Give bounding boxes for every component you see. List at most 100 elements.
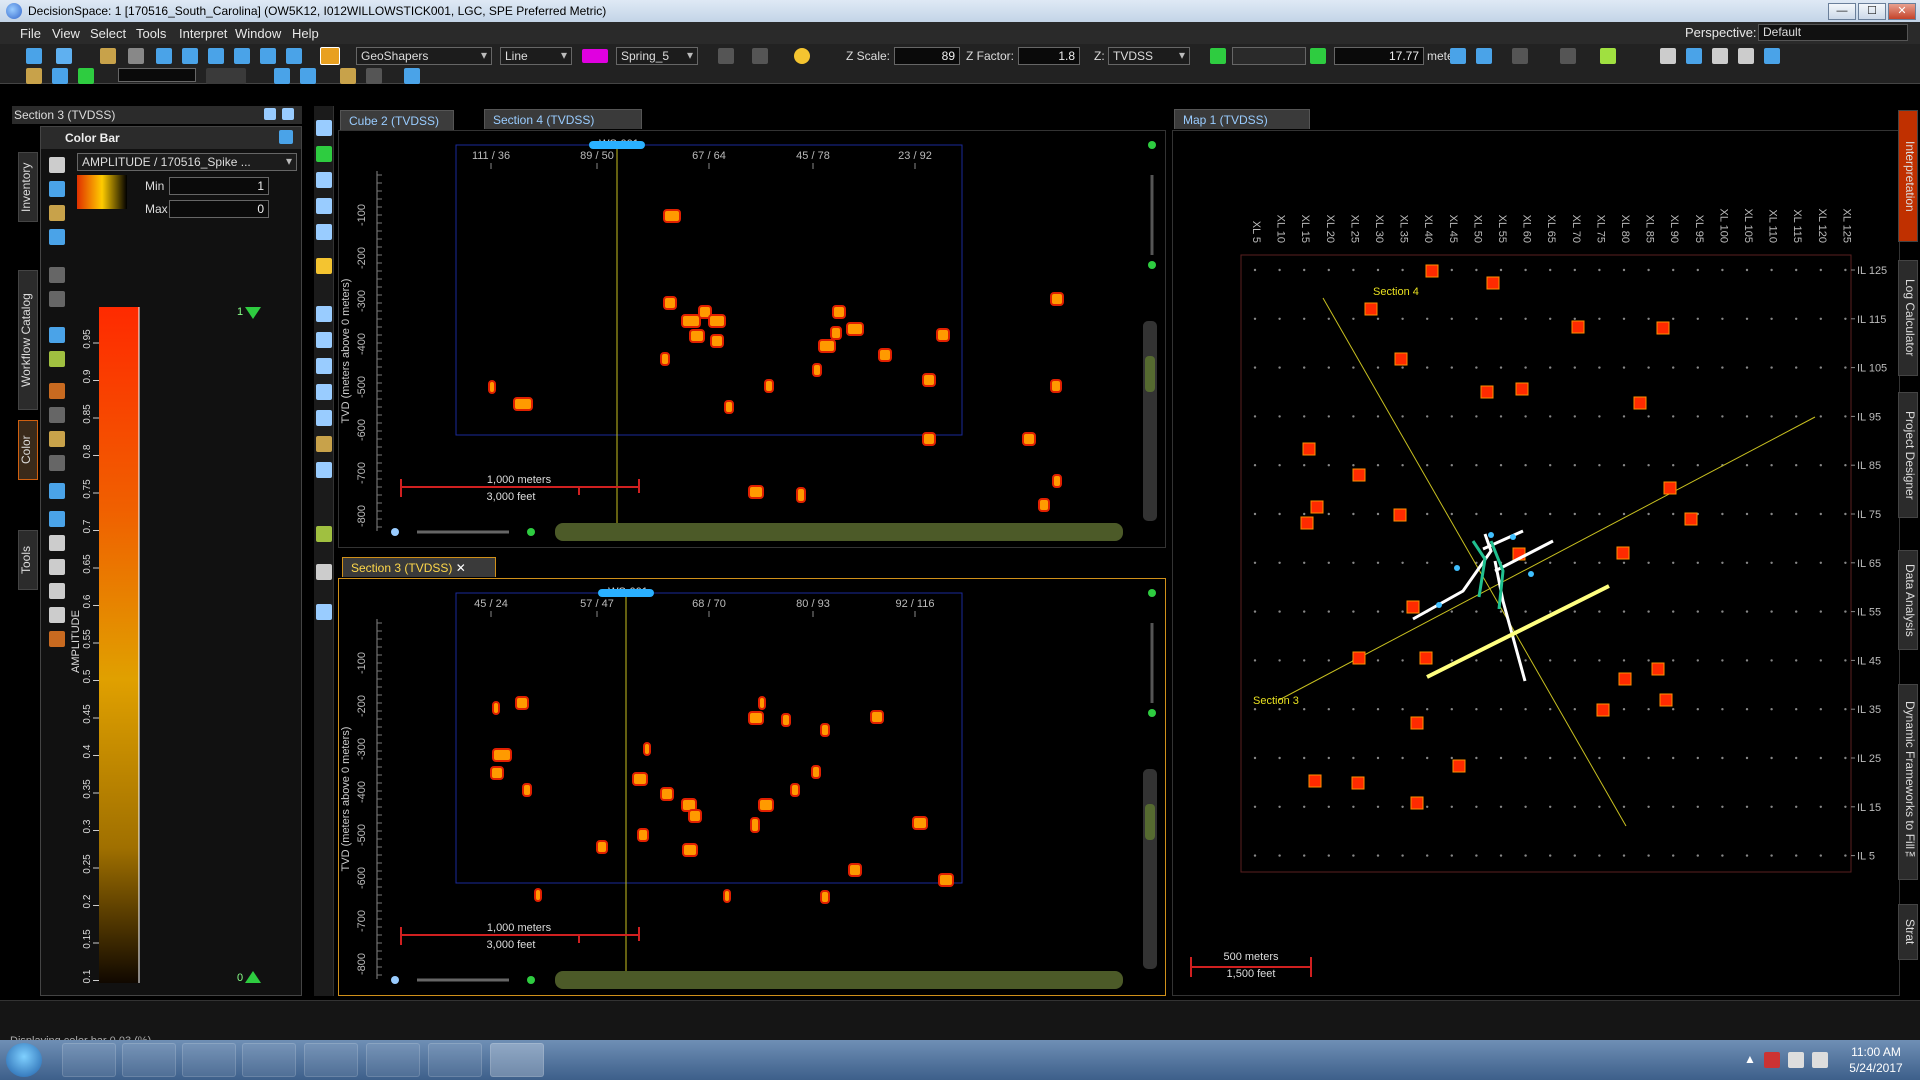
doc2-icon[interactable]: [49, 559, 65, 575]
cube-icon[interactable]: [316, 604, 332, 620]
taskbar-media-icon[interactable]: [182, 1043, 236, 1077]
print-icon[interactable]: [286, 48, 302, 64]
maximize-button[interactable]: ☐: [1858, 3, 1886, 20]
play-forward-icon[interactable]: [1310, 48, 1326, 64]
zoom-out-icon[interactable]: [1148, 261, 1156, 269]
section3-view[interactable]: 45 / 2457 / 4768 / 7080 / 9392 / 116WS-0…: [338, 578, 1166, 996]
histogram-icon[interactable]: [52, 68, 68, 84]
measure-icon[interactable]: [316, 306, 332, 322]
menu-tools[interactable]: Tools: [136, 26, 166, 41]
menu-view[interactable]: View: [52, 26, 80, 41]
layout3-icon[interactable]: [1712, 48, 1728, 64]
search-field[interactable]: [118, 68, 196, 82]
panel-restore-icon[interactable]: [264, 108, 276, 120]
pan-icon[interactable]: [316, 224, 332, 240]
taskbar-ie-icon[interactable]: [62, 1043, 116, 1077]
top-marker-icon[interactable]: [245, 307, 261, 319]
doc3-icon[interactable]: [49, 583, 65, 599]
axis-icon[interactable]: [300, 68, 316, 84]
home-icon[interactable]: [1450, 48, 1466, 64]
tab-cube2[interactable]: Cube 2 (TVDSS): [340, 110, 454, 130]
stretch-icon[interactable]: [49, 483, 65, 499]
tab-map1[interactable]: Map 1 (TVDSS): [1174, 109, 1310, 129]
h-zoom-in-icon[interactable]: [527, 528, 535, 536]
distance-input[interactable]: 17.77: [1334, 47, 1424, 65]
z-domain-select[interactable]: TVDSS: [1108, 47, 1190, 65]
annotate-icon[interactable]: [316, 564, 332, 580]
help-icon[interactable]: [279, 130, 293, 144]
tab-section4[interactable]: Section 4 (TVDSS): [484, 109, 642, 129]
taskbar-explorer-icon[interactable]: [122, 1043, 176, 1077]
pick-icon[interactable]: [1600, 48, 1616, 64]
pencil-icon[interactable]: [320, 47, 340, 65]
ruler-icon[interactable]: [340, 68, 356, 84]
section4-view[interactable]: 111 / 3689 / 5067 / 6445 / 7823 / 92WS-0…: [338, 130, 1166, 548]
start-button[interactable]: [6, 1043, 42, 1077]
fault-icon[interactable]: [316, 462, 332, 478]
new-icon[interactable]: [26, 48, 42, 64]
horizon-icon[interactable]: [316, 410, 332, 426]
doc1-icon[interactable]: [49, 535, 65, 551]
function-icon[interactable]: [78, 68, 94, 84]
menu-select[interactable]: Select: [90, 26, 126, 41]
lines-icon[interactable]: [366, 68, 382, 84]
tab-close-icon[interactable]: ✕: [456, 561, 466, 575]
zscale-input[interactable]: 89: [894, 47, 960, 65]
right-tab-interpretation[interactable]: Interpretation: [1898, 110, 1918, 242]
section4-canvas[interactable]: 111 / 3689 / 5067 / 6445 / 7823 / 92WS-0…: [339, 131, 1167, 549]
lock-icon[interactable]: [128, 48, 144, 64]
bottom-marker-icon[interactable]: [245, 971, 261, 983]
wells-icon[interactable]: [404, 68, 420, 84]
color-swatch[interactable]: [582, 49, 608, 63]
zoom-fit-icon[interactable]: [316, 146, 332, 162]
export-icon[interactable]: [260, 48, 276, 64]
layout1-icon[interactable]: [1660, 48, 1676, 64]
folder-icon[interactable]: [100, 48, 116, 64]
section-icon[interactable]: [316, 436, 332, 452]
vertical-scroll-thumb[interactable]: [1145, 356, 1155, 392]
export-colors-icon[interactable]: [49, 631, 65, 647]
tab-section3[interactable]: Section 3 (TVDSS) ✕: [342, 557, 496, 577]
side-tab-tools[interactable]: Tools: [18, 530, 38, 590]
taskbar-app6-icon[interactable]: [366, 1043, 420, 1077]
redo-small-icon[interactable]: [49, 291, 65, 307]
taskbar-chrome-icon[interactable]: [242, 1043, 296, 1077]
tile-icon[interactable]: [208, 48, 224, 64]
eyedrop-icon[interactable]: [49, 407, 65, 423]
animation-slider[interactable]: [1232, 47, 1306, 65]
pick-point-icon[interactable]: [316, 358, 332, 374]
expand-icon[interactable]: [49, 327, 65, 343]
edit-icon[interactable]: [49, 229, 65, 245]
menu-interpret[interactable]: Interpret: [179, 26, 227, 41]
slider-icon[interactable]: [206, 68, 246, 84]
filter-icon[interactable]: [26, 68, 42, 84]
zoom-icon[interactable]: [316, 120, 332, 136]
color-name-select[interactable]: Spring_5: [616, 47, 698, 65]
right-tab-project-designer[interactable]: Project Designer: [1898, 392, 1918, 518]
section3-canvas[interactable]: 45 / 2457 / 4768 / 7080 / 9392 / 116WS-0…: [339, 579, 1167, 997]
undo-small-icon[interactable]: [49, 267, 65, 283]
layout2-icon[interactable]: [1686, 48, 1702, 64]
layout4-icon[interactable]: [1738, 48, 1754, 64]
max-input[interactable]: 0: [169, 200, 269, 218]
h-zoom-in-icon[interactable]: [527, 976, 535, 984]
vertical-scroll-thumb[interactable]: [1145, 804, 1155, 840]
side-tab-inventory[interactable]: Inventory: [18, 152, 38, 222]
geoshaper-select[interactable]: GeoShapers: [356, 47, 492, 65]
menu-window[interactable]: Window: [235, 26, 281, 41]
taskbar-paint-icon[interactable]: [428, 1043, 482, 1077]
h-zoom-out-icon[interactable]: [391, 976, 399, 984]
zoom-in-icon[interactable]: [316, 172, 332, 188]
horizontal-scrollbar[interactable]: [555, 971, 1123, 989]
palette-icon[interactable]: [49, 205, 65, 221]
right-tab-log-calculator[interactable]: Log Calculator: [1898, 260, 1918, 376]
taskbar-app5-icon[interactable]: [304, 1043, 358, 1077]
bookmark-icon[interactable]: [1512, 48, 1528, 64]
tray-volume-icon[interactable]: [1812, 1052, 1828, 1068]
pointer-icon[interactable]: [49, 383, 65, 399]
redo-icon[interactable]: [752, 48, 768, 64]
layout5-icon[interactable]: [1764, 48, 1780, 64]
map-canvas[interactable]: XL 5 XL 10 XL 15 XL 20 XL 25 XL 30 XL 35 XL 40 X…: [1173, 131, 1899, 995]
doc4-icon[interactable]: [49, 607, 65, 623]
window-icon[interactable]: [156, 48, 172, 64]
